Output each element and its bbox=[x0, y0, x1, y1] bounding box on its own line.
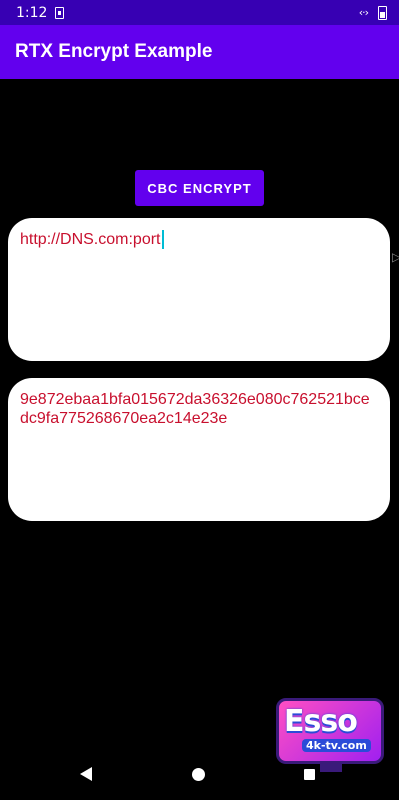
status-time: 1:12 bbox=[16, 4, 48, 21]
status-icons: ‹·› bbox=[358, 5, 387, 20]
back-icon[interactable] bbox=[80, 767, 92, 781]
recents-icon[interactable] bbox=[304, 769, 315, 780]
navigation-bar bbox=[0, 750, 399, 800]
data-transfer-icon: ‹·› bbox=[358, 6, 369, 19]
cbc-encrypt-button[interactable]: CBC ENCRYPT bbox=[135, 170, 264, 206]
sim-card-icon bbox=[55, 6, 65, 19]
edge-handle-icon[interactable]: ▷ bbox=[392, 250, 399, 264]
status-bar: 1:12 ‹·› bbox=[0, 0, 399, 25]
text-cursor bbox=[161, 230, 164, 249]
app-title: RTX Encrypt Example bbox=[15, 41, 213, 62]
ciphertext-value: 9e872ebaa1bfa015672da36326e080c762521bce… bbox=[20, 391, 370, 427]
plaintext-input[interactable]: http://DNS.com:port bbox=[8, 218, 390, 361]
home-icon[interactable] bbox=[192, 768, 205, 781]
ciphertext-output[interactable]: 9e872ebaa1bfa015672da36326e080c762521bce… bbox=[8, 378, 390, 521]
watermark-title: Esso bbox=[284, 704, 358, 739]
app-bar: RTX Encrypt Example bbox=[0, 25, 399, 79]
battery-icon bbox=[378, 5, 387, 20]
plaintext-value: http://DNS.com:port bbox=[20, 231, 161, 248]
